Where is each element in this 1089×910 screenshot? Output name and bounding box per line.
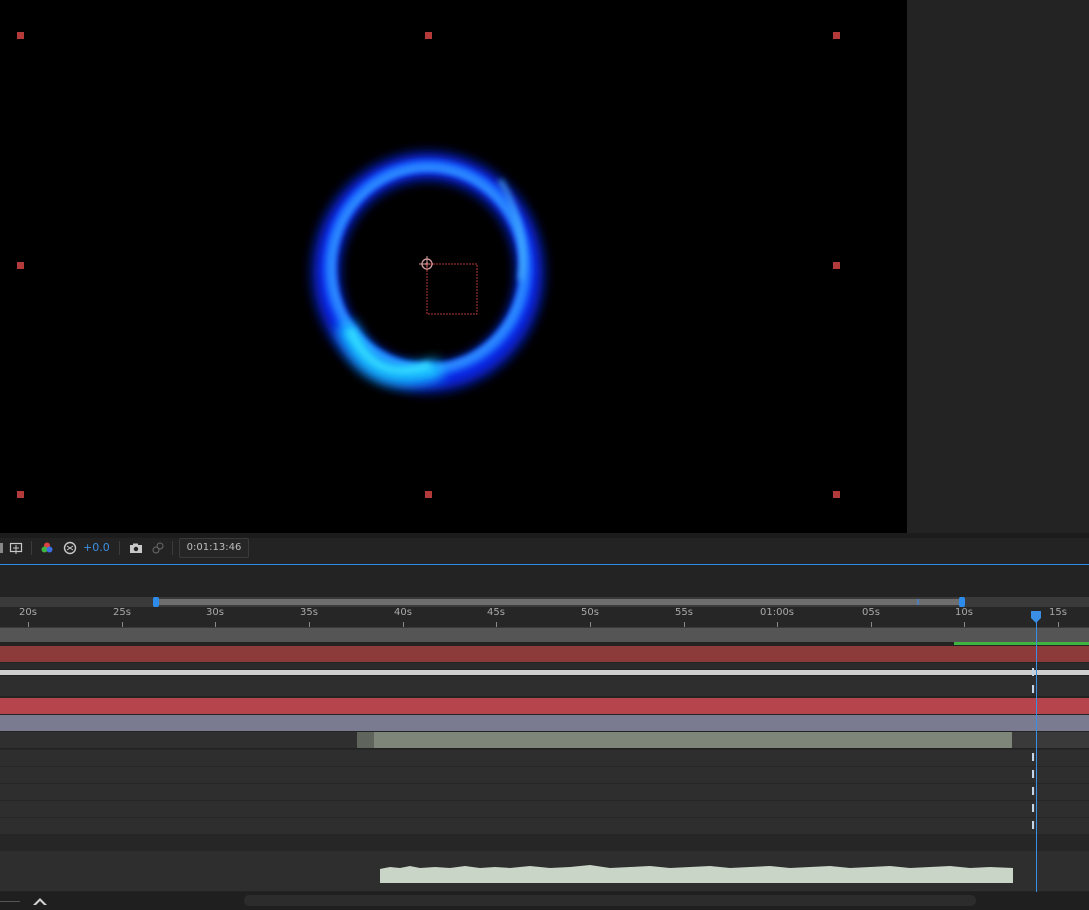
keyframe-marker[interactable]: I	[1031, 667, 1035, 678]
ruler-label: 10s	[955, 607, 973, 618]
timeline-footer	[0, 892, 1089, 910]
ruler-label: 30s	[206, 607, 224, 618]
transform-handle[interactable]	[833, 32, 840, 39]
layer-bar-head[interactable]	[357, 732, 374, 748]
exposure-value[interactable]: +0.0	[83, 541, 110, 554]
property-row	[0, 783, 1089, 801]
navigator-marker	[917, 599, 919, 605]
ruler-tick	[215, 622, 216, 627]
keyframe-marker[interactable]: I	[1031, 769, 1035, 780]
ruler-tick	[871, 622, 872, 627]
zoom-slider-track[interactable]	[0, 901, 20, 902]
keyframe-marker[interactable]: I	[1031, 803, 1035, 814]
ruler-tick	[684, 622, 685, 627]
right-panel	[907, 0, 1089, 533]
layer-track[interactable]	[0, 715, 1089, 731]
property-row	[0, 817, 1089, 835]
transform-handle[interactable]	[833, 491, 840, 498]
time-navigator-start-handle[interactable]	[153, 597, 159, 607]
ruler-tick	[777, 622, 778, 627]
keyframe-marker[interactable]: I	[1031, 820, 1035, 831]
property-row	[0, 749, 1089, 767]
time-navigator[interactable]	[0, 597, 1089, 607]
ruler-label: 55s	[675, 607, 693, 618]
ruler-tick	[1058, 622, 1059, 627]
keyframe-marker[interactable]: I	[1031, 752, 1035, 763]
property-row	[0, 766, 1089, 784]
audio-waveform	[380, 865, 1013, 883]
time-navigator-range[interactable]	[156, 599, 962, 605]
region-of-interest-icon[interactable]	[8, 541, 24, 555]
transform-handle[interactable]	[17, 491, 24, 498]
current-time-display[interactable]: 0:01:13:46	[179, 538, 249, 558]
zoom-in-icon[interactable]	[32, 895, 48, 907]
property-row	[0, 834, 1089, 851]
panel-edge	[0, 543, 3, 553]
ruler-label: 15s	[1049, 607, 1067, 618]
ruler-label: 50s	[581, 607, 599, 618]
divider	[119, 541, 120, 555]
transform-handle[interactable]	[425, 32, 432, 39]
time-ruler[interactable]: 20s 25s 30s 35s 40s 45s 50s 55s 01:00s 0…	[0, 607, 1089, 628]
ruler-tick	[28, 622, 29, 627]
playhead-line[interactable]	[1036, 616, 1037, 892]
layer-track	[0, 676, 1089, 696]
composition-viewer[interactable]	[0, 0, 907, 533]
ruler-label: 05s	[862, 607, 880, 618]
keyframe-marker[interactable]: I	[1031, 786, 1035, 797]
divider	[31, 541, 32, 555]
layer-track	[0, 663, 1089, 669]
ruler-label: 35s	[300, 607, 318, 618]
ruler-label: 01:00s	[759, 607, 795, 618]
snapshot-icon[interactable]	[128, 541, 144, 555]
ruler-label: 40s	[394, 607, 412, 618]
blue-ring-render	[313, 153, 543, 391]
transform-handle[interactable]	[17, 262, 24, 269]
ruler-tick	[964, 622, 965, 627]
layer-bar-tail	[1012, 732, 1089, 748]
layer-track[interactable]	[0, 670, 1089, 675]
layer-bounding-box	[426, 263, 478, 315]
transform-handle[interactable]	[833, 262, 840, 269]
show-snapshot-icon[interactable]	[150, 541, 166, 555]
ruler-tick	[403, 622, 404, 627]
color-channels-icon[interactable]	[39, 541, 55, 555]
keyframe-marker[interactable]: I	[1031, 684, 1035, 695]
timeline-header-area	[0, 565, 1089, 597]
reset-exposure-icon[interactable]	[62, 541, 78, 555]
time-navigator-end-handle[interactable]	[959, 597, 965, 607]
render-cache-indicator	[954, 642, 1089, 645]
playhead-handle-icon[interactable]	[1030, 611, 1042, 623]
ruler-label: 25s	[113, 607, 131, 618]
ruler-tick	[590, 622, 591, 627]
ruler-tick	[309, 622, 310, 627]
layer-track[interactable]	[0, 698, 1089, 714]
transform-handle[interactable]	[425, 491, 432, 498]
ruler-label: 20s	[19, 607, 37, 618]
horizontal-scrollbar[interactable]	[244, 895, 976, 906]
property-row	[0, 800, 1089, 818]
divider	[172, 541, 173, 555]
viewer-toolbar: +0.0 0:01:13:46	[0, 538, 1089, 559]
layer-track[interactable]	[0, 646, 1089, 662]
layer-duration-bar[interactable]	[357, 732, 1012, 748]
work-area-bar[interactable]	[0, 628, 1089, 642]
ruler-tick	[496, 622, 497, 627]
layer-track	[0, 732, 1089, 748]
transform-handle[interactable]	[17, 32, 24, 39]
ruler-tick	[122, 622, 123, 627]
ruler-label: 45s	[487, 607, 505, 618]
